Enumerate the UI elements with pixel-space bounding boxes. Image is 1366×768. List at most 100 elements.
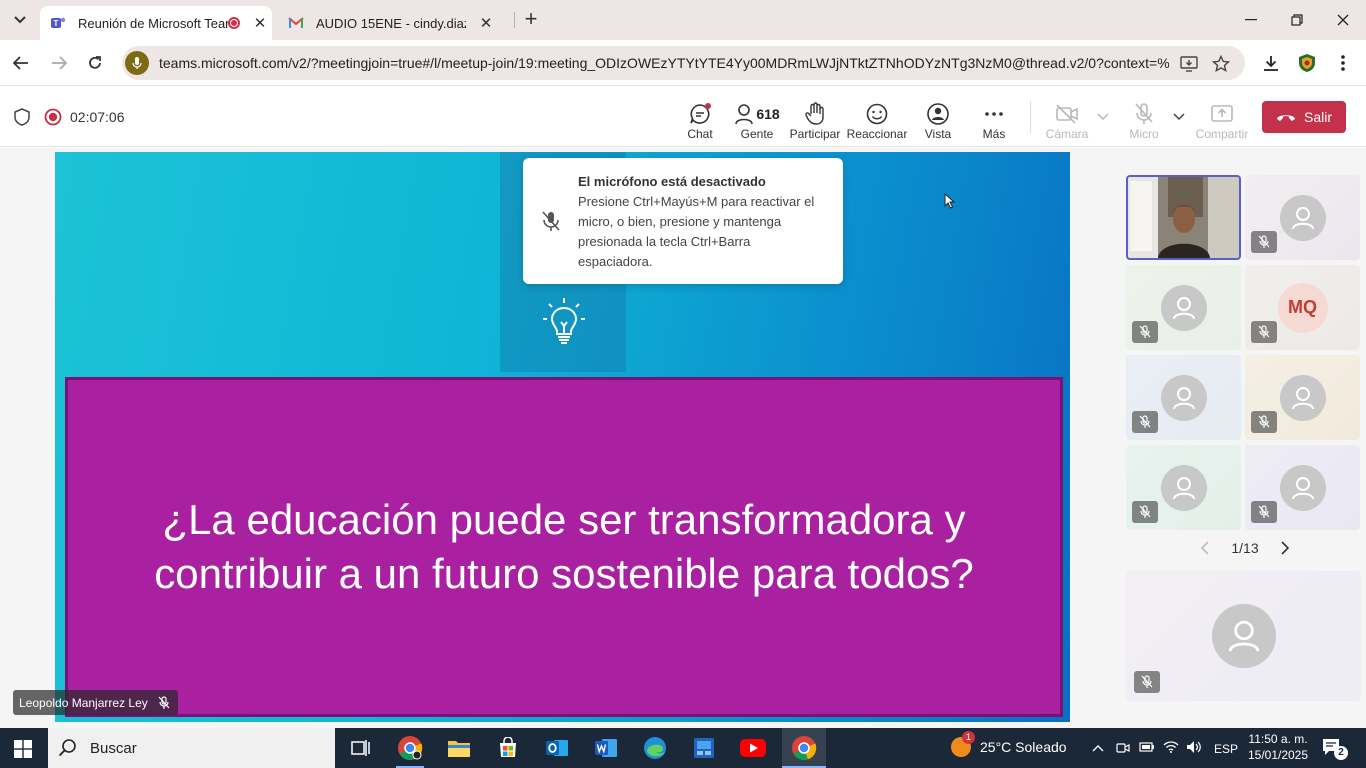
extension-button[interactable] — [1294, 50, 1320, 76]
chrome-icon — [792, 736, 817, 760]
battery-icon[interactable] — [1139, 740, 1155, 754]
word-icon — [595, 739, 617, 757]
microphone-in-use-icon[interactable] — [125, 51, 149, 75]
camera-label: Cámara — [1045, 127, 1089, 141]
arrow-right-icon — [52, 56, 67, 70]
lightbulb-icon — [543, 298, 585, 344]
wifi-icon[interactable] — [1163, 740, 1179, 754]
taskbar-file-explorer[interactable] — [445, 734, 473, 762]
mic-label: Micro — [1129, 127, 1159, 141]
taskbar-edge[interactable] — [641, 734, 669, 762]
participant-tile[interactable]: MQ — [1245, 265, 1360, 350]
taskbar-app-blue[interactable] — [690, 734, 718, 762]
people-button[interactable]: 618 Gente — [734, 97, 780, 141]
shield-icon[interactable] — [14, 108, 30, 126]
taskbar-word[interactable] — [592, 734, 620, 762]
mic-button[interactable]: Micro — [1124, 97, 1164, 141]
leave-button[interactable]: Salir — [1262, 101, 1346, 133]
browser-menu-button[interactable] — [1330, 50, 1356, 76]
mic-off-icon — [542, 211, 560, 231]
clock-date: 15/01/2025 — [1247, 748, 1309, 762]
volume-icon[interactable] — [1186, 740, 1202, 754]
taskbar-outlook[interactable] — [543, 734, 571, 762]
weather-widget[interactable]: 1 25°C Soleado — [950, 731, 1067, 758]
meet-now-icon[interactable] — [1116, 740, 1130, 756]
tab-search-menu[interactable] — [8, 8, 32, 32]
person-icon — [1291, 206, 1314, 229]
participant-tile[interactable] — [1245, 355, 1360, 440]
new-tab-button[interactable]: + — [520, 8, 542, 31]
restore-button[interactable] — [1274, 4, 1320, 36]
close-window-button[interactable] — [1320, 4, 1366, 36]
bookmark-star-icon[interactable] — [1210, 53, 1232, 75]
participant-tile-video[interactable] — [1126, 175, 1241, 260]
participant-tile[interactable] — [1245, 445, 1360, 530]
omnibox[interactable]: teams.microsoft.com/v2/?meetingjoin=true… — [122, 46, 1245, 80]
meeting-toolbar: 02:07:06 Chat 618 Gente Participar Reacc… — [0, 87, 1366, 147]
store-icon — [500, 737, 516, 757]
chevron-left-icon[interactable] — [1200, 541, 1210, 555]
participant-tile[interactable] — [1126, 265, 1241, 350]
more-horizontal-icon — [984, 101, 1004, 127]
chat-button[interactable]: Chat — [682, 97, 718, 141]
view-icon — [926, 101, 950, 127]
chevron-right-icon[interactable] — [1280, 541, 1290, 555]
chevron-up-icon[interactable] — [1092, 744, 1104, 752]
participant-tile[interactable] — [1126, 445, 1241, 530]
url-text: teams.microsoft.com/v2/?meetingjoin=true… — [159, 55, 1169, 71]
mic-off-icon — [1251, 231, 1277, 253]
tab-teams-meeting[interactable]: T Reunión de Microsoft Teams ✕ — [40, 6, 272, 40]
avatar — [1279, 194, 1326, 241]
folder-icon — [448, 741, 470, 757]
restore-icon — [1291, 14, 1303, 26]
people-label: Gente — [740, 127, 774, 141]
minimize-button[interactable] — [1228, 4, 1274, 36]
taskbar-chrome-2[interactable] — [790, 734, 818, 762]
downloads-button[interactable] — [1258, 50, 1284, 76]
taskbar-clock[interactable]: 11:50 a. m. 15/01/2025 — [1244, 731, 1312, 763]
view-button[interactable]: Vista — [920, 97, 956, 141]
close-tab-icon[interactable]: ✕ — [252, 14, 268, 32]
camera-button[interactable]: Cámara — [1044, 97, 1090, 141]
person-icon — [1291, 386, 1314, 409]
raise-hand-button[interactable]: Participar — [790, 97, 840, 141]
chevron-down-icon[interactable] — [1173, 113, 1185, 121]
taskbar-chrome-1[interactable] — [396, 734, 424, 762]
minimize-icon — [1245, 19, 1257, 21]
weather-text: 25°C Soleado — [980, 739, 1067, 755]
mic-off-icon — [158, 695, 170, 709]
avatar — [1160, 284, 1207, 331]
search-icon — [58, 739, 76, 757]
self-view-tile[interactable] — [1126, 571, 1361, 701]
edge-icon — [644, 737, 666, 759]
back-button[interactable] — [8, 50, 34, 76]
hang-up-icon — [1276, 115, 1295, 121]
windows-start-icon[interactable] — [14, 740, 32, 758]
taskbar-search[interactable]: Buscar — [48, 728, 335, 768]
more-label: Más — [982, 127, 1006, 141]
participant-tile[interactable] — [1126, 355, 1241, 440]
notification-center-button[interactable]: 2 — [1322, 738, 1348, 760]
chevron-down-icon[interactable] — [1097, 113, 1109, 121]
react-button[interactable]: Reaccionar — [846, 97, 908, 141]
avatar — [1160, 464, 1207, 511]
more-button[interactable]: Más — [978, 97, 1010, 141]
input-language[interactable]: ESP — [1214, 742, 1238, 756]
presenter-name-badge: Leopoldo Manjarrez Ley — [13, 690, 178, 715]
mic-off-icon — [1132, 501, 1158, 523]
install-app-icon[interactable] — [1178, 53, 1200, 75]
participant-tile[interactable] — [1245, 175, 1360, 260]
forward-button[interactable] — [46, 50, 72, 76]
taskbar-store[interactable] — [494, 734, 522, 762]
tab-title: Reunión de Microsoft Teams — [78, 15, 228, 31]
tab-gmail[interactable]: AUDIO 15ENE - cindy.diaz@uas.edu.mx ✕ — [278, 6, 510, 40]
share-button[interactable]: Compartir — [1194, 97, 1250, 141]
meeting-timer: 02:07:06 — [70, 109, 125, 125]
reload-button[interactable] — [82, 50, 108, 76]
person-icon — [1228, 620, 1259, 652]
taskbar-youtube[interactable] — [739, 734, 767, 762]
reload-icon — [89, 56, 101, 69]
task-view-button[interactable] — [347, 734, 375, 762]
close-tab-icon[interactable]: ✕ — [478, 14, 494, 32]
svg-text:T: T — [54, 19, 59, 28]
